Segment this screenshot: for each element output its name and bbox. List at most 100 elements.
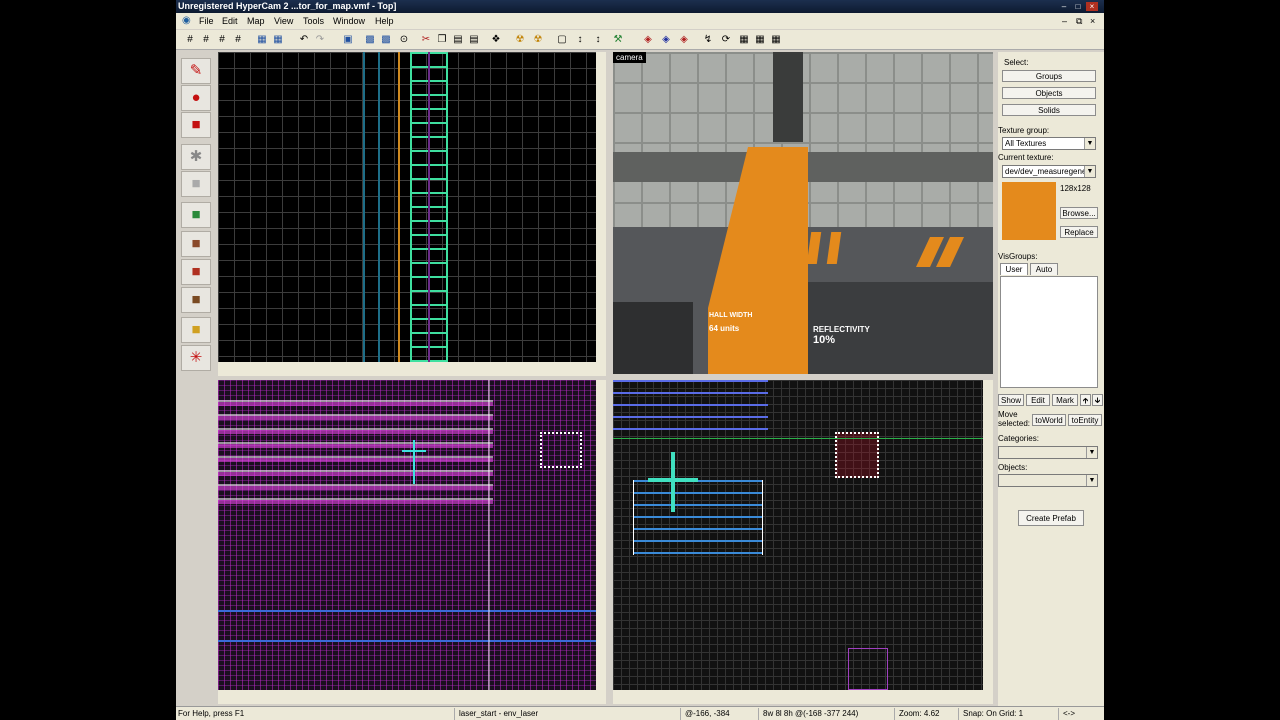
selection-box-icon[interactable]: ▢: [556, 34, 568, 46]
toggle-groups-icon[interactable]: ◈: [678, 34, 690, 46]
viewport-top-hscrollbar[interactable]: [218, 690, 606, 704]
clip-icon[interactable]: ↕: [592, 34, 604, 46]
texture-group-label: Texture group:: [998, 126, 1050, 135]
grid-toggle-icon[interactable]: #: [184, 34, 196, 46]
block-tool-icon[interactable]: ■: [181, 171, 211, 197]
paste-special-icon[interactable]: ▤: [468, 34, 480, 46]
brush-stack[interactable]: [613, 380, 768, 440]
chevron-down-icon: ▼: [1084, 138, 1095, 149]
viewport-camera-3d[interactable]: HALL WIDTH 64 units REFLECTIVITY 10% cam…: [613, 52, 993, 374]
viewport-side-hscrollbar[interactable]: [218, 362, 606, 376]
texture-browser-icon[interactable]: ▦: [738, 34, 750, 46]
cut-icon[interactable]: ✂: [420, 34, 432, 46]
to-entity-button[interactable]: toEntity: [1068, 414, 1102, 426]
show-button[interactable]: Show: [998, 394, 1024, 406]
move-down-icon[interactable]: 🡳: [1092, 394, 1103, 406]
magnify-tool-icon[interactable]: ●: [181, 85, 211, 111]
menu-help[interactable]: Help: [375, 13, 394, 29]
app-globe-icon: ◉: [182, 15, 191, 26]
toggle-helpers-icon[interactable]: ◈: [660, 34, 672, 46]
to-world-button[interactable]: toWorld: [1032, 414, 1066, 426]
hide-icon[interactable]: ⊙: [398, 34, 410, 46]
status-snap: Snap: On Grid: 1: [958, 708, 1023, 720]
tab-user[interactable]: User: [1000, 263, 1028, 275]
mark-button[interactable]: Mark: [1052, 394, 1078, 406]
texture-tool-icon[interactable]: ■: [181, 202, 211, 228]
toggle-models-icon[interactable]: ◈: [642, 34, 654, 46]
select-groups-button[interactable]: Groups: [1002, 70, 1096, 82]
menu-view[interactable]: View: [274, 13, 293, 29]
maximize-icon[interactable]: □: [1072, 2, 1084, 11]
group-icon[interactable]: ▩: [364, 34, 376, 46]
viewport-side-2d[interactable]: [218, 52, 596, 362]
viewport-top-2d[interactable]: [218, 380, 596, 690]
redo-icon[interactable]: ↷: [314, 34, 326, 46]
chevron-down-icon: ▼: [1084, 166, 1095, 177]
texture-scale-icon[interactable]: ▦: [272, 34, 284, 46]
carve-icon[interactable]: ▣: [342, 34, 354, 46]
viewport-front-vscrollbar[interactable]: [983, 380, 993, 690]
paste-icon[interactable]: ▤: [452, 34, 464, 46]
status-size: 8w 8l 8h @(-168 -377 244): [758, 708, 858, 720]
grid-large-icon[interactable]: #: [216, 34, 228, 46]
menu-map[interactable]: Map: [247, 13, 265, 29]
browse-button[interactable]: Browse...: [1060, 207, 1098, 219]
entity-report-icon[interactable]: ▦: [754, 34, 766, 46]
brush-stack[interactable]: [633, 480, 763, 555]
selection-handles[interactable]: [540, 432, 582, 468]
grid-3d-icon[interactable]: #: [232, 34, 244, 46]
doc-close-icon[interactable]: ×: [1090, 13, 1095, 29]
vertex-tool-icon[interactable]: ✳: [181, 345, 211, 371]
ungroup-icon[interactable]: ▩: [380, 34, 392, 46]
entity-tool-icon[interactable]: ✱: [181, 144, 211, 170]
menu-tools[interactable]: Tools: [303, 13, 324, 29]
texture-lock-icon[interactable]: ▦: [256, 34, 268, 46]
vertex-icon[interactable]: ↕: [574, 34, 586, 46]
rotate-icon[interactable]: ⟳: [720, 34, 732, 46]
texture-group-select[interactable]: All Textures ▼: [1002, 137, 1096, 150]
replace-button[interactable]: Replace: [1060, 226, 1098, 238]
tools-palette: ✎ ● ■ ✱ ■ ■ ■ ■ ■ ■ ✳: [176, 52, 216, 706]
brush-array[interactable]: [218, 400, 493, 510]
viewport-top-vscrollbar[interactable]: [596, 380, 606, 690]
snap-icon[interactable]: ↯: [702, 34, 714, 46]
objects-select[interactable]: ▼: [998, 474, 1098, 487]
grid-small-icon[interactable]: #: [200, 34, 212, 46]
move-up-icon[interactable]: 🡱: [1080, 394, 1091, 406]
selection-tool-icon[interactable]: ✎: [181, 58, 211, 84]
viewport-front-2d[interactable]: [613, 380, 983, 690]
chevron-down-icon: ▼: [1086, 475, 1097, 486]
current-texture-select[interactable]: dev/dev_measuregene ▼: [1002, 165, 1096, 178]
minimize-icon[interactable]: –: [1058, 2, 1070, 11]
viewport-front-hscrollbar[interactable]: [613, 690, 993, 704]
camera-tool-icon[interactable]: ■: [181, 112, 211, 138]
decal-tool-icon[interactable]: ■: [181, 259, 211, 285]
menu-edit[interactable]: Edit: [222, 13, 238, 29]
texture-label-units: 64 units: [709, 324, 740, 333]
visgroups-list[interactable]: [1000, 276, 1098, 388]
categories-select[interactable]: ▼: [998, 446, 1098, 459]
select-solids-button[interactable]: Solids: [1002, 104, 1096, 116]
tab-auto[interactable]: Auto: [1030, 263, 1058, 275]
edit-button[interactable]: Edit: [1026, 394, 1050, 406]
copy-icon[interactable]: ❐: [436, 34, 448, 46]
decal-icon[interactable]: ☢: [532, 34, 544, 46]
apply-texture-icon[interactable]: ■: [181, 231, 211, 257]
select-objects-button[interactable]: Objects: [1002, 87, 1096, 99]
doc-restore-icon[interactable]: ⧉: [1076, 13, 1082, 29]
overlay-tool-icon[interactable]: ■: [181, 287, 211, 313]
doc-minimize-icon[interactable]: –: [1062, 13, 1067, 29]
check-problems-icon[interactable]: ▦: [770, 34, 782, 46]
hammer-icon[interactable]: ⚒: [612, 34, 624, 46]
texture-application-icon[interactable]: ☢: [514, 34, 526, 46]
menu-window[interactable]: Window: [333, 13, 365, 29]
objects-label: Objects:: [998, 463, 1028, 472]
viewport-label-camera[interactable]: camera: [613, 52, 646, 63]
clipping-tool-icon[interactable]: ■: [181, 317, 211, 343]
viewport-side-vscrollbar[interactable]: [596, 52, 606, 362]
menu-file[interactable]: File: [199, 13, 214, 29]
create-prefab-button[interactable]: Create Prefab: [1018, 510, 1084, 526]
undo-icon[interactable]: ↶: [298, 34, 310, 46]
cordon-icon[interactable]: ❖: [490, 34, 502, 46]
close-icon[interactable]: ×: [1086, 2, 1098, 11]
